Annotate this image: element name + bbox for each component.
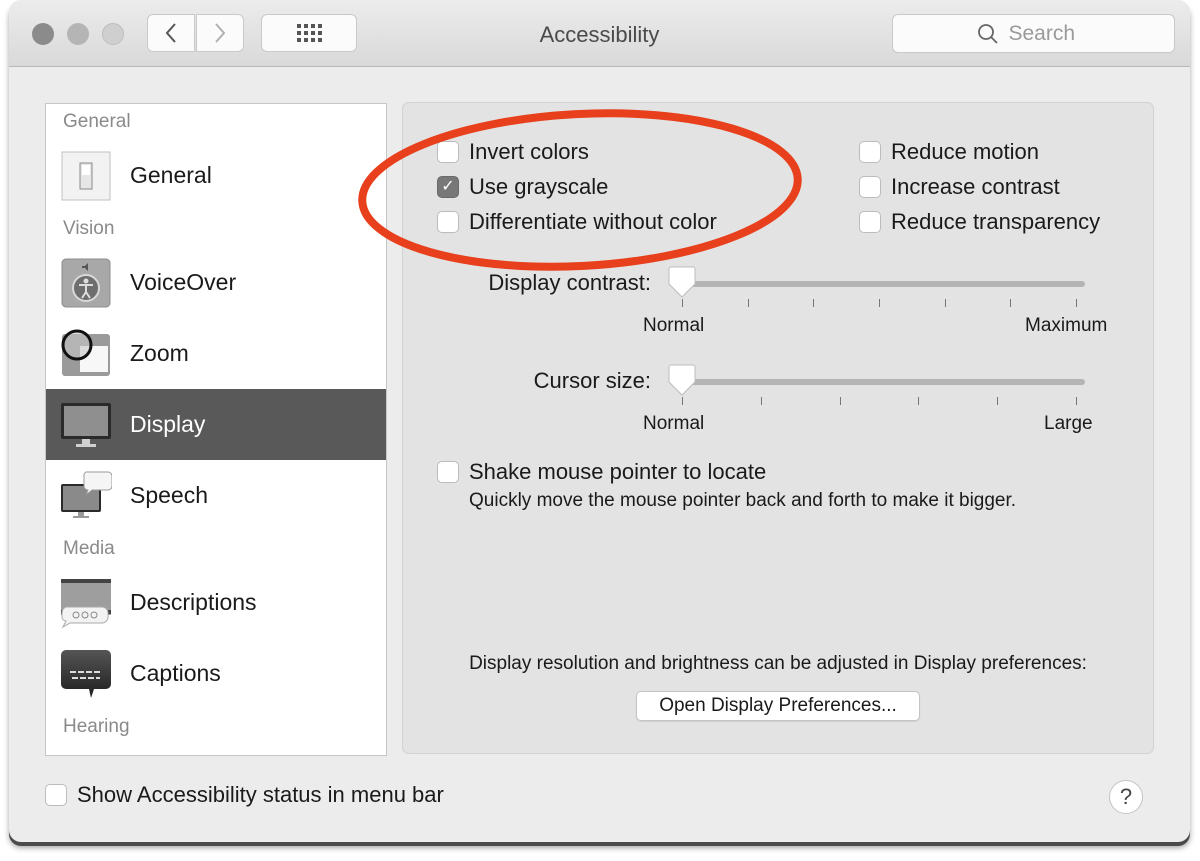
sidebar-item-label: General — [130, 162, 212, 188]
sidebar-item-voiceover[interactable]: VoiceOver — [46, 247, 386, 318]
invert-colors-checkbox[interactable] — [437, 141, 459, 163]
slider-tick — [1010, 299, 1012, 307]
category-list[interactable]: General General Vision VoiceOver Zoom Di… — [45, 103, 387, 756]
sidebar-item-label: Speech — [130, 482, 209, 508]
section-header-hearing: Hearing — [63, 716, 130, 737]
slider-tick — [1076, 397, 1077, 405]
show-status-checkbox[interactable] — [45, 784, 67, 806]
slider-tick — [1076, 299, 1077, 307]
reduce-transparency-checkbox[interactable] — [859, 211, 881, 233]
cursor-size-min-label: Normal — [643, 413, 705, 434]
slider-thumb[interactable] — [668, 266, 696, 298]
display-contrast-max-label: Maximum — [1025, 315, 1108, 336]
slider-tick — [918, 397, 920, 405]
reduce-transparency-label: Reduce transparency — [891, 209, 1101, 234]
sidebar-item-general[interactable]: General — [46, 140, 386, 211]
increase-contrast-label: Increase contrast — [891, 174, 1060, 199]
title-bar: Accessibility — [9, 0, 1190, 67]
search-field[interactable] — [892, 14, 1175, 53]
sidebar-item-captions[interactable]: Captions — [46, 638, 386, 709]
shake-pointer-label: Shake mouse pointer to locate — [469, 459, 767, 484]
slider-tick — [682, 397, 683, 405]
cursor-size-max-label: Large — [1044, 413, 1093, 434]
sidebar-item-descriptions[interactable]: Descriptions — [46, 567, 386, 638]
slider-track[interactable] — [677, 379, 1085, 385]
differentiate-without-color-checkbox[interactable] — [437, 211, 459, 233]
slider-tick — [944, 299, 946, 307]
invert-colors-label: Invert colors — [469, 139, 589, 164]
reduce-transparency-option[interactable]: Reduce transparency — [859, 209, 1100, 235]
slider-thumb[interactable] — [668, 364, 696, 396]
reduce-motion-checkbox[interactable] — [859, 141, 881, 163]
shake-pointer-option[interactable]: Shake mouse pointer to locate — [437, 459, 766, 485]
sidebar-item-label: VoiceOver — [130, 269, 237, 295]
slider-tick — [813, 299, 815, 307]
sidebar-item-label: Descriptions — [130, 589, 257, 615]
slider-tick — [747, 299, 749, 307]
sidebar-item-label: Zoom — [130, 340, 189, 366]
sidebar-item-speech[interactable]: Speech — [46, 460, 386, 531]
reduce-motion-option[interactable]: Reduce motion — [859, 139, 1039, 165]
display-monitor-icon — [60, 399, 112, 451]
increase-contrast-option[interactable]: Increase contrast — [859, 174, 1060, 200]
display-contrast-min-label: Normal — [643, 315, 705, 336]
slider-tick — [997, 397, 999, 405]
help-icon: ? — [1119, 784, 1133, 809]
cursor-size-slider[interactable] — [668, 364, 1085, 407]
slider-tick — [682, 299, 683, 307]
sidebar-item-zoom[interactable]: Zoom — [46, 318, 386, 389]
zoom-magnifier-icon — [60, 328, 112, 380]
shake-pointer-checkbox[interactable] — [437, 461, 459, 483]
descriptions-icon — [60, 577, 112, 629]
use-grayscale-label: Use grayscale — [469, 174, 609, 199]
invert-colors-option[interactable]: Invert colors — [437, 139, 589, 165]
section-header-vision: Vision — [63, 218, 115, 239]
differentiate-without-color-option[interactable]: Differentiate without color — [437, 209, 717, 235]
resolution-note: Display resolution and brightness can be… — [469, 653, 1087, 674]
show-status-option[interactable]: Show Accessibility status in menu bar — [45, 782, 444, 808]
preferences-window: Accessibility General General Vision — [9, 0, 1190, 842]
section-header-media: Media — [63, 538, 115, 559]
speech-bubble-monitor-icon — [60, 470, 113, 522]
reduce-motion-label: Reduce motion — [891, 139, 1039, 164]
voiceover-icon — [60, 257, 112, 309]
slider-track[interactable] — [677, 281, 1085, 287]
switch-icon — [60, 150, 112, 202]
display-contrast-slider[interactable] — [668, 266, 1085, 309]
shake-pointer-description: Quickly move the mouse pointer back and … — [469, 490, 1017, 511]
display-contrast-label: Display contrast: — [488, 270, 651, 295]
slider-tick — [879, 299, 880, 307]
use-grayscale-option[interactable]: ✓ Use grayscale — [437, 174, 608, 200]
sidebar-item-label: Display — [130, 411, 206, 437]
increase-contrast-checkbox[interactable] — [859, 176, 881, 198]
cursor-size-label: Cursor size: — [533, 368, 651, 393]
open-display-preferences-button[interactable]: Open Display Preferences... — [636, 691, 920, 721]
sidebar-item-label: Captions — [130, 660, 221, 686]
differentiate-without-color-label: Differentiate without color — [469, 209, 717, 234]
section-header-general: General — [63, 111, 131, 132]
slider-tick — [760, 397, 762, 405]
use-grayscale-checkbox[interactable]: ✓ — [437, 176, 459, 198]
search-icon — [977, 23, 998, 44]
slider-tick — [839, 397, 841, 405]
show-status-label: Show Accessibility status in menu bar — [77, 782, 444, 807]
sidebar-item-display[interactable]: Display — [46, 389, 386, 460]
search-input[interactable] — [1006, 20, 1091, 47]
display-settings-panel: Invert colors ✓ Use grayscale Differenti… — [402, 102, 1154, 754]
captions-icon — [60, 648, 112, 700]
help-button[interactable]: ? — [1109, 780, 1143, 814]
